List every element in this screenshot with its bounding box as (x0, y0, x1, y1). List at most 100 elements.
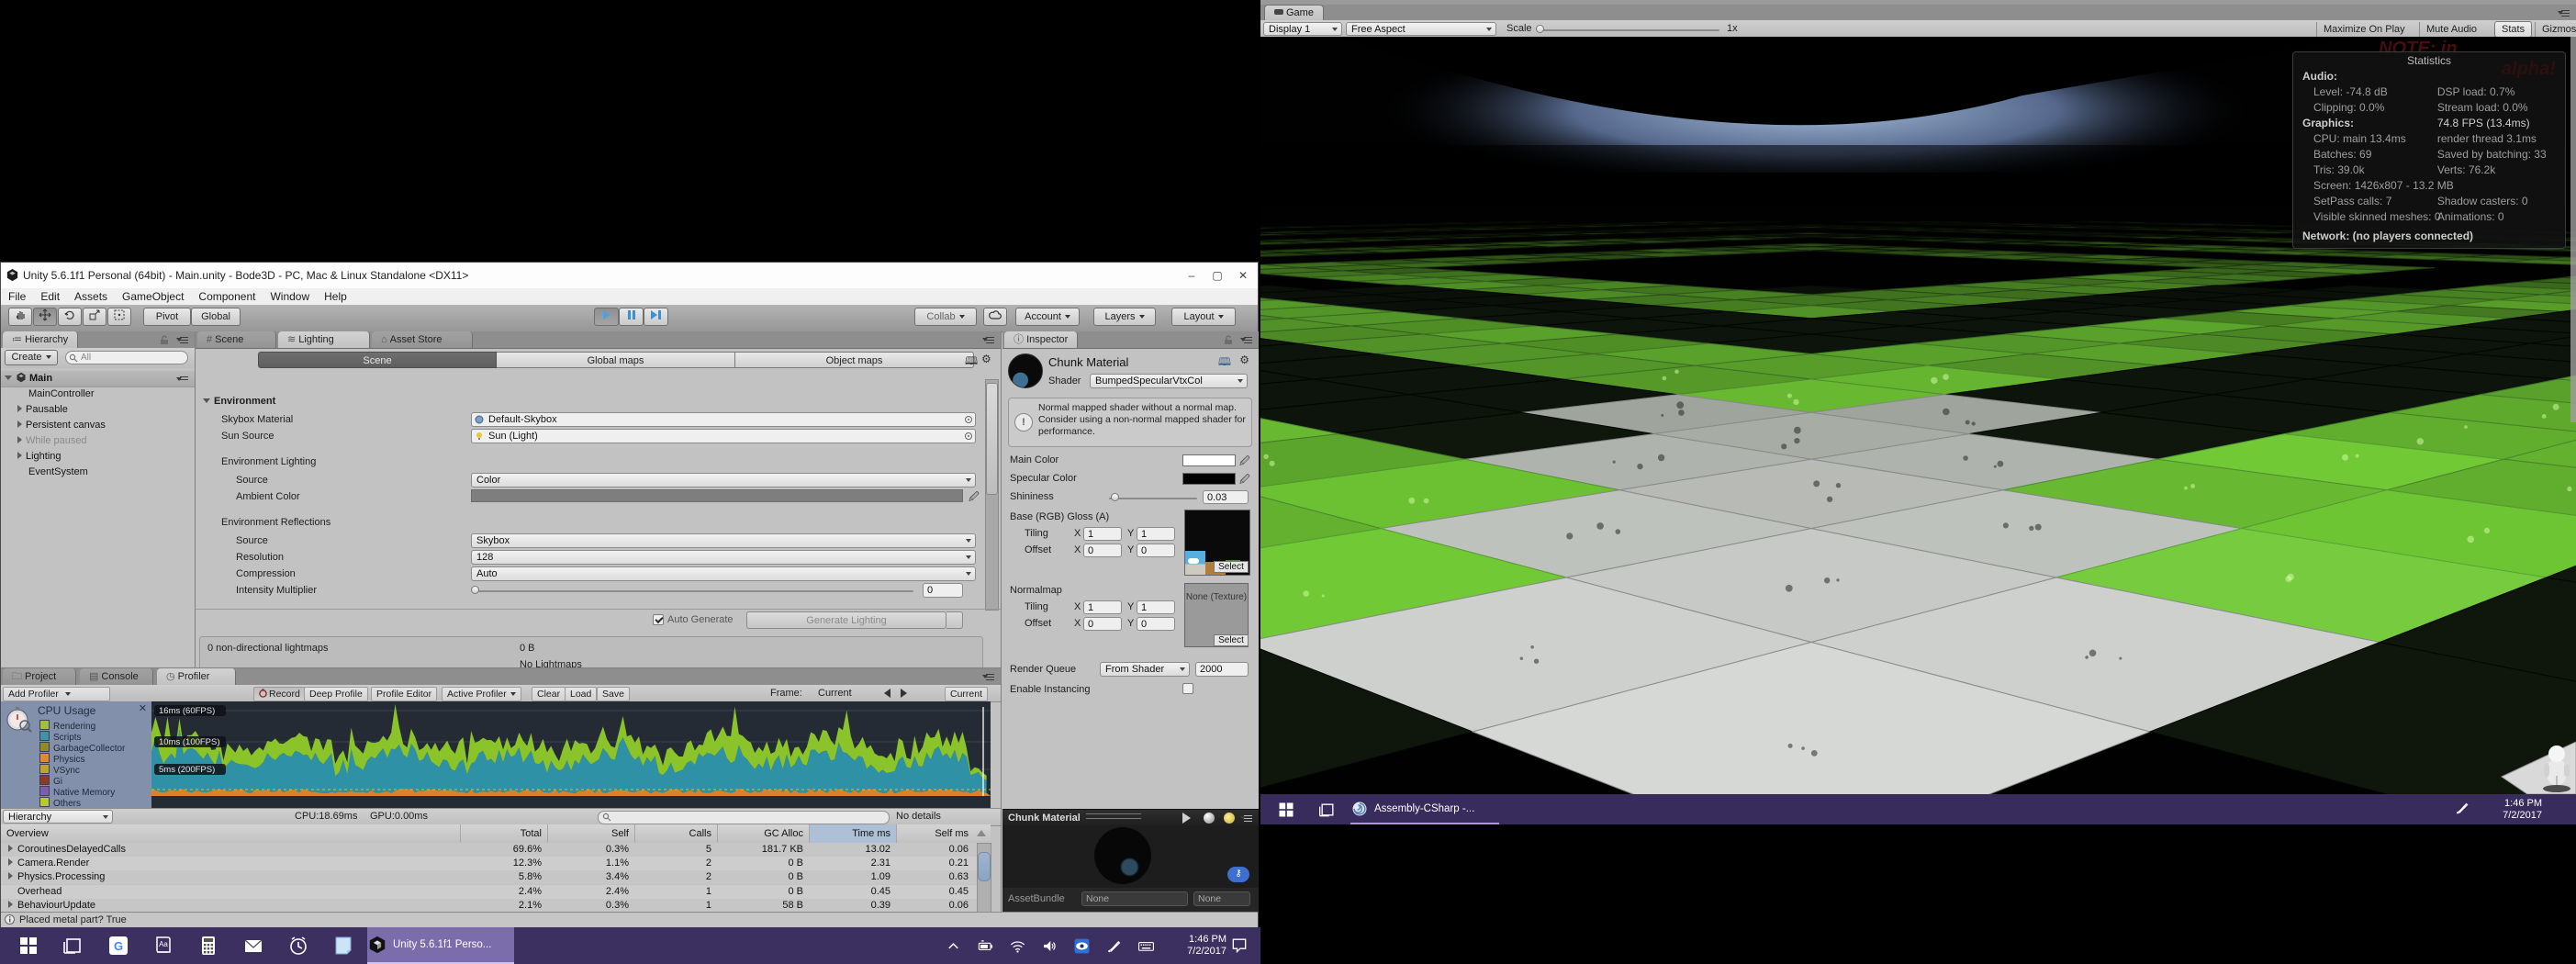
hierarchy-item-maincontroller[interactable]: MainController (1, 387, 222, 402)
profiler-row-overhead[interactable]: Overhead2.4%2.4%10 B0.450.45 (1, 885, 991, 899)
legend-others[interactable]: Others (39, 797, 81, 807)
scale-tool-button[interactable] (83, 308, 106, 326)
menu-edit[interactable]: Edit (33, 288, 67, 305)
assetbundle-dropdown-2[interactable]: None (1193, 891, 1250, 906)
hierarchy-item-eventsystem[interactable]: EventSystem (1, 465, 222, 480)
clear-button[interactable]: Clear (532, 687, 566, 701)
deep-profile-button[interactable]: Deep Profile (304, 687, 368, 701)
sort-icon[interactable] (977, 830, 986, 836)
tray-volume-icon[interactable] (1035, 927, 1064, 964)
shininess-knob[interactable] (1111, 493, 1119, 501)
display-dropdown[interactable]: Display 1 (1263, 22, 1342, 36)
pivot-button[interactable]: Pivot (143, 308, 191, 326)
normal-offset-y-field[interactable]: 0 (1137, 617, 1175, 631)
ambient-color-swatch[interactable] (471, 489, 963, 502)
hierarchy-item-while-paused[interactable]: While paused (1, 433, 211, 449)
hierarchy-item-lighting[interactable]: Lighting (1, 449, 211, 465)
help-icon[interactable]: 🕮 (965, 353, 978, 372)
tab-asset-store[interactable]: ⌂Asset Store (372, 331, 473, 348)
normal-tiling-x-field[interactable]: 1 (1083, 600, 1122, 614)
cpu-usage-chart[interactable]: 16ms (60FPS)10ms (100FPS)5ms (200FPS) (151, 701, 991, 808)
scene-menu-icon[interactable] (176, 375, 189, 384)
tab-profiler[interactable]: ◷Profiler (157, 668, 236, 685)
menu-help[interactable]: Help (317, 288, 354, 305)
rotate-tool-button[interactable] (58, 308, 82, 326)
column-header-gc-alloc[interactable]: GC Alloc (717, 824, 809, 843)
taskbar-chrome-button[interactable]: G (97, 927, 140, 964)
lock-icon[interactable] (1224, 335, 1233, 345)
play-button[interactable] (594, 308, 619, 326)
shader-dropdown[interactable]: BumpedSpecularVtxCol (1090, 374, 1248, 388)
object-picker-icon[interactable] (965, 416, 972, 423)
base-tiling-x-field[interactable]: 1 (1083, 527, 1122, 541)
profiler-panel-menu-icon[interactable] (982, 672, 995, 681)
hierarchy-item-persistent-canvas[interactable]: Persistent canvas (1, 418, 211, 433)
preview-sphere-icon[interactable] (1204, 813, 1215, 824)
resolution-dropdown[interactable]: 128 (471, 550, 976, 565)
render-queue-number[interactable]: 2000 (1195, 662, 1249, 677)
aspect-dropdown[interactable]: Free Aspect (1346, 22, 1496, 36)
status-bar[interactable]: Placed metal part? True (1, 912, 1258, 927)
generate-dropdown-arrow[interactable] (946, 611, 963, 629)
profile-editor-button[interactable]: Profile Editor (371, 687, 437, 701)
profiler-row-behaviourupdate[interactable]: BehaviourUpdate2.1%0.3%158 B0.390.06 (1, 899, 991, 913)
skybox-material-object-field[interactable]: Default-Skybox (471, 412, 976, 427)
tray-chevron-icon[interactable] (938, 927, 968, 964)
scale-slider[interactable] (1538, 29, 1719, 31)
tray-battery-icon[interactable] (970, 927, 1000, 964)
tab-console[interactable]: ▤Console (80, 668, 153, 685)
shininess-slider[interactable] (1109, 498, 1197, 499)
hierarchy-item-pausable[interactable]: Pausable (1, 402, 211, 418)
game-button-maximize-on-play[interactable]: Maximize On Play (2316, 22, 2412, 37)
tab-scene[interactable]: #Scene (197, 331, 276, 348)
base-tiling-y-field[interactable]: 1 (1137, 527, 1175, 541)
step-button[interactable] (644, 308, 668, 326)
tag-icon[interactable]: ⚷ (1227, 867, 1249, 882)
game-viewport[interactable]: NOTE: in alpha! StatisticsAudio:Level: -… (1260, 37, 2576, 794)
legend-vsync[interactable]: VSync (39, 764, 80, 774)
account-dropdown[interactable]: Account (1015, 308, 1080, 326)
hierarchy-panel-menu-icon[interactable] (176, 335, 189, 344)
material-preview-header[interactable]: Chunk Material (1002, 809, 1259, 826)
tray2-pen-icon[interactable] (2454, 800, 2470, 819)
hand-tool-button[interactable] (8, 308, 32, 326)
specular-color-swatch[interactable] (1182, 473, 1236, 485)
hierarchy-scene-row[interactable]: Main (1, 371, 195, 387)
next-frame-button[interactable] (901, 689, 907, 698)
lighting-subtab-object-maps[interactable]: Object maps (735, 352, 974, 368)
sun-source-object-field[interactable]: Sun (Light) (471, 429, 976, 443)
intensity-multiplier-slider[interactable] (473, 590, 913, 592)
lock-icon[interactable] (160, 335, 169, 345)
lighting-panel-menu-icon[interactable] (982, 335, 995, 344)
add-profiler-dropdown[interactable]: Add Profiler (3, 687, 110, 701)
menu-gameobject[interactable]: GameObject (115, 288, 191, 305)
game-button-gizmos[interactable]: Gizmos (2535, 22, 2576, 37)
tab-game[interactable]: Game (1264, 5, 1324, 20)
taskbar-clock[interactable]: 1:46 PM7/2/2017 (1168, 934, 1226, 958)
tray-eye-icon[interactable] (1067, 927, 1096, 964)
close-button[interactable]: ✕ (1238, 270, 1249, 281)
render-queue-dropdown[interactable]: From Shader (1100, 662, 1190, 677)
preview-menu-icon[interactable] (1240, 813, 1253, 823)
maximize-button[interactable]: ▢ (1212, 270, 1223, 281)
taskbar2-clock[interactable]: 1:46 PM7/2/2017 (2481, 798, 2542, 822)
unity-titlebar[interactable]: Unity 5.6.1f1 Personal (64bit) - Main.un… (1, 263, 1258, 289)
record-toggle[interactable]: Record (253, 687, 306, 701)
taskbar2-taskview-button[interactable] (1309, 794, 1346, 824)
game-panel-menu-icon[interactable] (2558, 8, 2570, 17)
main-color-swatch[interactable] (1182, 454, 1236, 466)
object-picker-icon[interactable] (965, 432, 972, 440)
game-button-mute-audio[interactable]: Mute Audio (2419, 22, 2483, 37)
taskbar2-start-button[interactable] (1268, 794, 1305, 824)
enable-instancing-checkbox[interactable] (1182, 683, 1193, 694)
current-frame-button[interactable]: Current (945, 687, 988, 701)
lighting-subtab-scene[interactable]: Scene (258, 352, 497, 368)
legend-gi[interactable]: Gi (39, 775, 62, 785)
gear-icon[interactable]: ⚙ (981, 353, 991, 365)
assetbundle-dropdown-1[interactable]: None (1081, 891, 1188, 906)
tray-keyboard-icon[interactable] (1131, 927, 1160, 964)
load-button[interactable]: Load (565, 687, 597, 701)
layers-dropdown[interactable]: Layers (1093, 308, 1156, 326)
material-preview-area[interactable]: ⚷ (1002, 825, 1259, 888)
eyedropper-icon[interactable]: 🖉 (1239, 454, 1250, 471)
